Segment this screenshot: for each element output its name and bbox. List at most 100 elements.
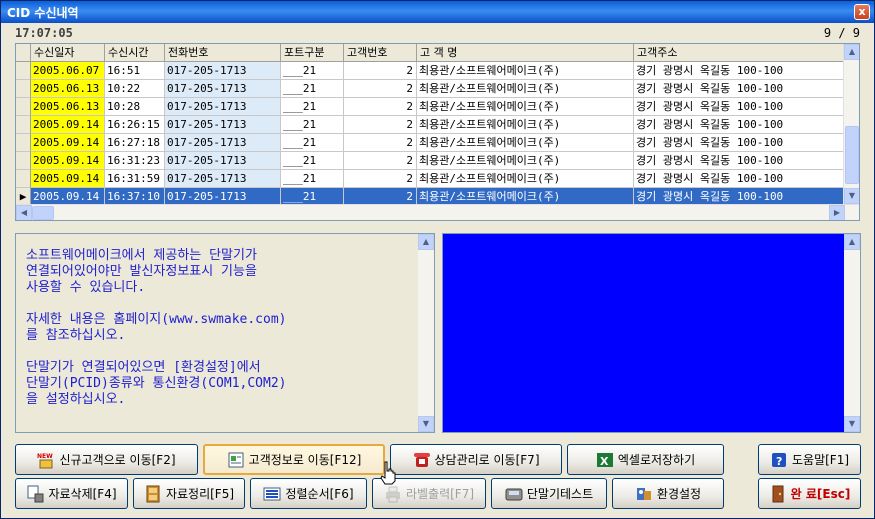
table-cell[interactable]: ___21 [281,170,344,188]
table-cell[interactable]: 16:51 [105,62,165,80]
table-cell[interactable]: 최용관/소프트웨어메이크(주) [417,62,634,80]
column-header[interactable]: 고객주소 [634,44,846,62]
grid-vertical-scrollbar[interactable]: ▲ ▼ [843,44,859,204]
exit-button[interactable]: 완 료[Esc] [758,478,861,509]
table-cell[interactable]: 2005.09.14 [31,170,105,188]
row-indicator[interactable] [16,62,31,80]
table-cell[interactable]: 017-205-1713 [165,170,281,188]
table-cell[interactable]: 최용관/소프트웨어메이크(주) [417,134,634,152]
grid-horizontal-scrollbar[interactable]: ◀ ▶ [16,204,859,220]
table-cell[interactable]: 경기 광명시 옥길동 100-100 [634,152,846,170]
table-cell[interactable]: 2005.06.07 [31,62,105,80]
column-header[interactable]: 전화번호 [165,44,281,62]
help-button[interactable]: ? 도움말[F1] [758,444,861,475]
column-header[interactable]: 포트구분 [281,44,344,62]
table-cell[interactable]: 경기 광명시 옥길동 100-100 [634,80,846,98]
column-header[interactable]: 수신시간 [105,44,165,62]
table-cell[interactable]: 2005.09.14 [31,152,105,170]
table-cell[interactable]: ___21 [281,80,344,98]
table-cell[interactable]: 2005.09.14 [31,116,105,134]
table-cell[interactable]: 경기 광명시 옥길동 100-100 [634,170,846,188]
customer-info-button[interactable]: 고객정보로 이동[F12] [203,444,385,475]
table-row[interactable]: 2005.09.14 16:31:23 017-205-1713 ___21 2 최용관/… [16,152,846,170]
table-cell[interactable]: ___21 [281,116,344,134]
delete-records-button[interactable]: 자료삭제[F4] [15,478,128,509]
scroll-thumb[interactable] [845,126,859,184]
terminal-test-button[interactable]: 단말기테스트 [491,478,607,509]
table-cell[interactable]: 16:31:59 [105,170,165,188]
table-cell[interactable]: 2 [344,80,417,98]
table-cell[interactable]: ___21 [281,134,344,152]
excel-export-button[interactable]: X 엑셀로저장하기 [567,444,724,475]
consultation-button[interactable]: 상담관리로 이동[F7] [390,444,562,475]
row-indicator[interactable] [16,80,31,98]
row-indicator[interactable] [16,116,31,134]
scroll-up-icon[interactable]: ▲ [844,44,859,60]
scroll-down-icon[interactable]: ▼ [418,416,434,432]
table-cell[interactable]: 017-205-1713 [165,80,281,98]
table-cell[interactable]: 10:28 [105,98,165,116]
message-scrollbar[interactable]: ▲ ▼ [418,234,434,432]
scroll-up-icon[interactable]: ▲ [844,234,860,250]
table-cell[interactable]: 2005.06.13 [31,80,105,98]
row-indicator[interactable] [16,98,31,116]
scroll-up-icon[interactable]: ▲ [418,234,434,250]
table-cell[interactable]: 최용관/소프트웨어메이크(주) [417,98,634,116]
table-cell[interactable]: 경기 광명시 옥길동 100-100 [634,62,846,80]
table-cell[interactable]: 16:27:18 [105,134,165,152]
table-row[interactable]: 2005.09.14 16:31:59 017-205-1713 ___21 2 최용관/… [16,170,846,188]
table-cell[interactable]: 017-205-1713 [165,62,281,80]
column-header[interactable]: 고 객 명 [417,44,634,62]
table-cell[interactable]: 2005.09.14 [31,134,105,152]
scroll-down-icon[interactable]: ▼ [844,188,859,204]
scroll-down-icon[interactable]: ▼ [844,416,860,432]
table-cell[interactable]: 경기 광명시 옥길동 100-100 [634,116,846,134]
row-indicator[interactable] [16,170,31,188]
column-header[interactable]: 수신일자 [31,44,105,62]
settings-button[interactable]: 환경설정 [612,478,724,509]
table-cell[interactable]: 2 [344,134,417,152]
table-cell[interactable]: 10:22 [105,80,165,98]
table-row[interactable]: 2005.09.14 16:26:15 017-205-1713 ___21 2 최용관/… [16,116,846,134]
settings-label: 환경설정 [656,487,702,501]
table-cell[interactable]: 2 [344,152,417,170]
column-header[interactable]: 고객번호 [344,44,417,62]
table-cell[interactable]: ___21 [281,152,344,170]
table-cell[interactable]: 2005.06.13 [31,98,105,116]
table-cell[interactable]: 017-205-1713 [165,116,281,134]
table-cell[interactable]: 017-205-1713 [165,152,281,170]
table-cell[interactable]: 최용관/소프트웨어메이크(주) [417,152,634,170]
table-row[interactable]: 2005.09.14 16:27:18 017-205-1713 ___21 2 최용관/… [16,134,846,152]
table-cell[interactable]: 2 [344,116,417,134]
table-cell[interactable]: 16:26:15 [105,116,165,134]
title-bar[interactable]: CID 수신내역 x [1,1,874,23]
table-cell[interactable]: 16:31:23 [105,152,165,170]
table-cell[interactable]: 2 [344,62,417,80]
table-cell[interactable]: 최용관/소프트웨어메이크(주) [417,80,634,98]
scroll-left-icon[interactable]: ◀ [16,205,32,220]
table-row[interactable]: 2005.06.13 10:22 017-205-1713 ___21 2 최용관/소프트… [16,80,846,98]
close-button[interactable]: x [854,4,870,20]
table-cell[interactable]: ___21 [281,62,344,80]
cid-records-grid[interactable]: 수신일자 수신시간 전화번호 포트구분 고객번호 고 객 명 고객주소 2005.06.07… [15,43,860,221]
table-cell[interactable]: 017-205-1713 [165,134,281,152]
table-cell[interactable]: 017-205-1713 [165,98,281,116]
sort-order-button[interactable]: 정렬순서[F6] [250,478,367,509]
row-indicator[interactable] [16,134,31,152]
table-row[interactable]: 2005.06.07 16:51 017-205-1713 ___21 2 최용관/소프트… [16,62,846,80]
table-cell[interactable]: 2 [344,170,417,188]
table-row[interactable]: 2005.06.13 10:28 017-205-1713 ___21 2 최용관/소프트… [16,98,846,116]
organize-records-button[interactable]: 자료정리[F5] [133,478,245,509]
table-cell[interactable]: ___21 [281,98,344,116]
table-cell[interactable]: 경기 광명시 옥길동 100-100 [634,134,846,152]
table-cell[interactable]: 경기 광명시 옥길동 100-100 [634,98,846,116]
scroll-right-icon[interactable]: ▶ [829,205,845,220]
table-cell[interactable]: 최용관/소프트웨어메이크(주) [417,116,634,134]
new-customer-button[interactable]: NEW 신규고객으로 이동[F2] [15,444,198,475]
table-cell[interactable]: 최용관/소프트웨어메이크(주) [417,170,634,188]
display-scrollbar[interactable]: ▲ ▼ [844,234,860,432]
row-indicator[interactable] [16,152,31,170]
table-cell[interactable]: 2 [344,98,417,116]
row-indicator-header [16,44,31,62]
scroll-thumb-horizontal[interactable] [32,206,54,220]
